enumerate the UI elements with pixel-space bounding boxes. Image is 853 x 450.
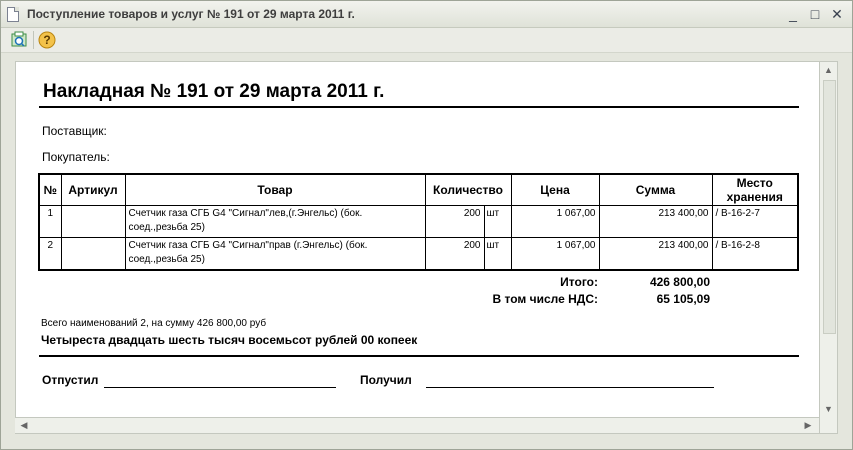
row-sum: 213 400,00 [598,205,713,238]
col-article-header: Артикул [60,173,126,206]
received-signature-line [426,387,714,388]
row-price: 1 067,00 [510,237,600,271]
row-storage: / В-16-2-8 [711,237,799,271]
scroll-down-icon[interactable]: ▼ [820,402,837,416]
col-sum-header: Сумма [598,173,713,206]
summary-small-text: Всего наименований 2, на сумму 426 800,0… [41,318,267,329]
vat-label: В том числе НДС: [492,292,598,306]
table-row: 1 Счетчик газа СГБ G4 "Сигнал"лев,(г.Энг… [38,205,799,238]
released-signature-line [104,387,336,388]
row-quantity-cell: 200 шт [424,205,512,238]
row-price: 1 067,00 [510,205,600,238]
restore-button[interactable]: □ [807,6,823,22]
minimize-button[interactable]: _ [785,6,801,22]
row-quantity: 200 [463,208,481,219]
row-product: Счетчик газа СГБ G4 "Сигнал"лев,(г.Энгел… [124,205,426,238]
row-article [60,205,126,238]
toolbar: ? [1,28,852,53]
buyer-label: Покупатель: [42,150,110,164]
summary-rule [39,355,799,357]
col-storage-header: Место хранения [711,173,799,206]
document-window: Поступление товаров и услуг № 191 от 29 … [0,0,853,450]
row-quantity: 200 [463,240,481,251]
svg-text:?: ? [43,33,50,47]
row-unit: шт [483,238,511,269]
row-number: 1 [38,205,62,238]
col-quantity-header: Количество [424,173,512,206]
title-bar[interactable]: Поступление товаров и услуг № 191 от 29 … [1,1,852,28]
scroll-up-icon[interactable]: ▲ [820,63,837,77]
scroll-left-icon[interactable]: ◀ [17,418,31,432]
row-sum: 213 400,00 [598,237,713,271]
row-article [60,237,126,271]
table-header-row: № Артикул Товар Количество Цена Сумма Ме… [38,173,799,206]
scroll-right-icon[interactable]: ▶ [801,418,815,432]
toolbar-separator [33,31,34,49]
table-row: 2 Счетчик газа СГБ G4 "Сигнал"прав (г.Эн… [38,237,799,271]
row-quantity-cell: 200 шт [424,237,512,271]
window-title: Поступление товаров и услуг № 191 от 29 … [27,7,355,21]
row-unit: шт [483,206,511,237]
close-button[interactable]: ✕ [829,6,845,22]
document-icon [7,7,19,22]
col-price-header: Цена [510,173,600,206]
col-product-header: Товар [124,173,426,206]
document-page: Накладная № 191 от 29 марта 2011 г. Пост… [15,61,821,434]
summary-amount-words: Четыреста двадцать шесть тысяч восемьсот… [41,333,418,347]
released-label: Отпустил [42,373,99,387]
row-product: Счетчик газа СГБ G4 "Сигнал"прав (г.Энге… [124,237,426,271]
vertical-scrollbar[interactable]: ▲ ▼ [819,61,838,434]
received-label: Получил [360,373,412,387]
total-label: Итого: [560,275,598,289]
help-icon[interactable]: ? [38,31,56,49]
scroll-thumb[interactable] [823,80,836,334]
total-value: 426 800,00 [649,275,710,289]
col-number-header: № [38,173,62,206]
row-storage: / В-16-2-7 [711,205,799,238]
heading-rule [39,106,799,108]
document-heading: Накладная № 191 от 29 марта 2011 г. [43,81,385,102]
row-number: 2 [38,237,62,271]
vat-value: 65 105,09 [656,292,710,306]
horizontal-scrollbar[interactable]: ◀ ▶ [15,417,819,433]
items-table: № Артикул Товар Количество Цена Сумма Ме… [38,173,799,271]
print-preview-icon[interactable] [10,31,28,49]
supplier-label: Поставщик: [42,124,107,138]
